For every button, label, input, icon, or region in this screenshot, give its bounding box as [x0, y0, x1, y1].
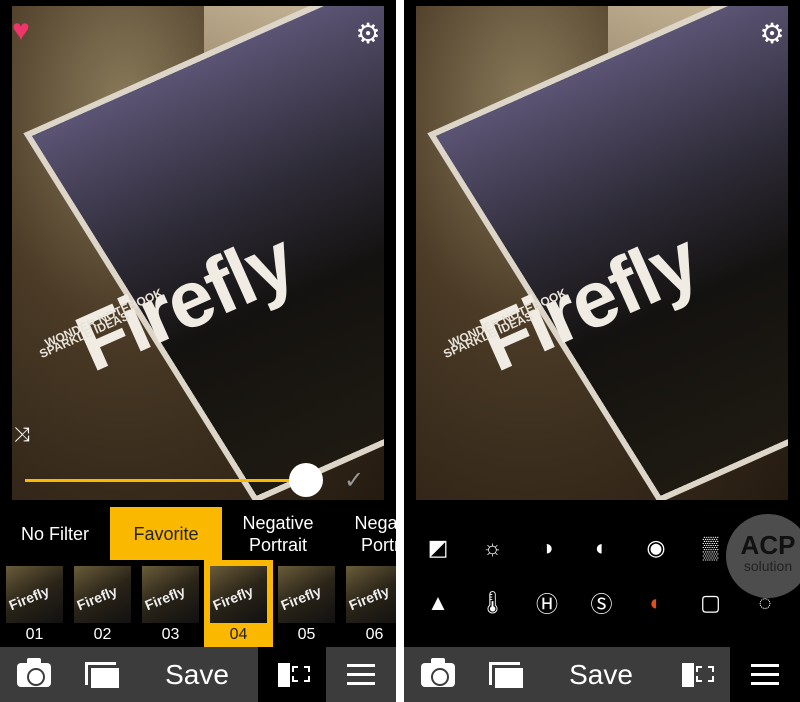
- save-button[interactable]: Save: [540, 647, 662, 702]
- tab-no-filter[interactable]: No Filter: [0, 507, 110, 560]
- gradient-icon[interactable]: ◐: [587, 533, 617, 563]
- thumb-image: Firefly: [74, 566, 131, 623]
- right-screen: Firefly WONDER NOTEBOOK SPARKLE IDEAS ⚙ …: [404, 0, 800, 702]
- camera-icon: [17, 657, 51, 687]
- photo-preview: Firefly WONDER NOTEBOOK SPARKLE IDEAS ⚙: [416, 6, 788, 500]
- sharpen-icon[interactable]: ▲: [423, 588, 453, 618]
- exposure-icon[interactable]: ◩: [423, 533, 453, 563]
- thumb-image: Firefly: [6, 566, 63, 623]
- filter-thumb-06[interactable]: Firefly 06: [340, 560, 396, 647]
- thumb-title: Firefly: [74, 582, 120, 614]
- thumb-title: Firefly: [210, 582, 256, 614]
- filter-thumb-05[interactable]: Firefly 05: [272, 560, 341, 647]
- shuffle-icon[interactable]: ⤨: [14, 424, 30, 447]
- thumb-label: 05: [297, 626, 316, 643]
- shadows-icon[interactable]: Ⓢ: [587, 588, 617, 618]
- tab-negative-portrait[interactable]: Negative Portrait: [222, 507, 334, 560]
- tab-label: Favorite: [133, 523, 199, 544]
- thumb-image: Firefly: [346, 566, 396, 623]
- tab-label: Negative Portrait: [242, 512, 314, 555]
- filter-thumb-02[interactable]: Firefly 02: [68, 560, 137, 647]
- filter-thumb-01[interactable]: Firefly 01: [0, 560, 69, 647]
- bottom-toolbar: Save: [0, 647, 396, 702]
- brightness-icon[interactable]: ☼: [478, 533, 508, 563]
- thumb-image: Firefly: [278, 566, 335, 623]
- thumb-title: Firefly: [346, 582, 392, 614]
- thumb-image: Firefly: [142, 566, 199, 623]
- light-leak-icon[interactable]: ◐: [641, 588, 671, 618]
- watermark-logo: ACP solution: [726, 514, 800, 598]
- library-button[interactable]: [68, 647, 136, 702]
- film-icon: [278, 662, 310, 687]
- thumb-title: Firefly: [278, 582, 324, 614]
- tab-label: No Filter: [20, 523, 89, 544]
- camera-button[interactable]: [404, 647, 472, 702]
- watermark-line1: ACP: [740, 530, 796, 560]
- film-icon: [682, 662, 714, 687]
- intensity-slider-knob[interactable]: [289, 463, 323, 497]
- library-icon: [489, 661, 523, 688]
- thumb-label: 06: [365, 626, 384, 643]
- camera-button[interactable]: [0, 647, 68, 702]
- grain-icon[interactable]: ▒: [696, 533, 726, 563]
- thumb-label: 02: [93, 626, 112, 643]
- highlights-icon[interactable]: Ⓗ: [532, 588, 562, 618]
- heart-icon[interactable]: ♥: [12, 16, 30, 46]
- adjust-button[interactable]: [730, 647, 800, 702]
- tab-label: Negative Portrait: [354, 512, 396, 555]
- sliders-icon: [751, 663, 779, 686]
- bottom-toolbar: Save: [404, 647, 800, 702]
- filters-button[interactable]: [258, 647, 326, 702]
- photo-preview: Firefly WONDER NOTEBOOK SPARKLE IDEAS ♥ …: [12, 6, 384, 500]
- contrast-icon[interactable]: ◑: [532, 533, 562, 563]
- filter-thumbnails: Firefly 01 Firefly 02 Firefly 03 Firefly 04 Fire…: [0, 560, 396, 647]
- gear-icon[interactable]: ⚙: [354, 20, 382, 48]
- tab-negative-portrait-2[interactable]: Negative Portrait: [334, 507, 396, 560]
- left-screen: Firefly WONDER NOTEBOOK SPARKLE IDEAS ♥ …: [0, 0, 396, 702]
- filter-thumb-04[interactable]: Firefly 04: [204, 560, 273, 647]
- filter-thumb-03[interactable]: Firefly 03: [136, 560, 205, 647]
- intensity-slider-track[interactable]: [25, 479, 305, 482]
- frame-icon[interactable]: ▢: [696, 588, 726, 618]
- save-button[interactable]: Save: [136, 647, 258, 702]
- filters-button[interactable]: [662, 647, 730, 702]
- library-button[interactable]: [472, 647, 540, 702]
- thumb-title: Firefly: [6, 582, 52, 614]
- tab-favorite[interactable]: Favorite: [110, 507, 222, 560]
- thumb-label: 03: [161, 626, 180, 643]
- check-icon[interactable]: ✓: [344, 466, 364, 495]
- vignette-icon[interactable]: ◉: [641, 533, 671, 563]
- thumb-title: Firefly: [142, 582, 188, 614]
- thumb-image: Firefly: [210, 566, 267, 623]
- temperature-icon[interactable]: 🌡: [478, 588, 508, 618]
- thumb-label: 04: [229, 626, 248, 643]
- sliders-icon: [347, 663, 375, 686]
- library-icon: [85, 661, 119, 688]
- adjust-button[interactable]: [326, 647, 396, 702]
- filter-category-tabs: No Filter Favorite Negative Portrait Neg…: [0, 507, 396, 560]
- thumb-label: 01: [25, 626, 44, 643]
- watermark-line2: solution: [743, 558, 793, 574]
- camera-icon: [421, 657, 455, 687]
- gear-icon[interactable]: ⚙: [758, 20, 786, 48]
